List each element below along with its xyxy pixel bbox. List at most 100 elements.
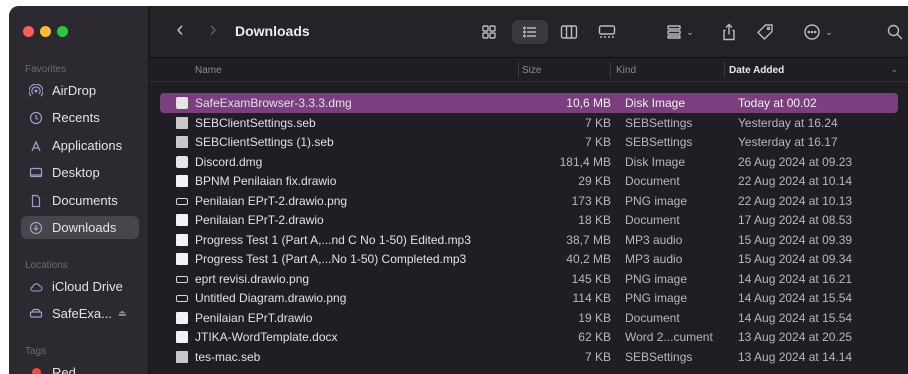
file-row[interactable]: Penilaian EPrT-2.drawio.png 173 KB PNG ima… xyxy=(160,191,898,211)
file-kind: Disk Image xyxy=(625,154,686,169)
file-date-added: 13 Aug 2024 at 20.25 xyxy=(738,330,853,344)
window-title: Downloads xyxy=(235,23,310,39)
desktop-icon xyxy=(29,166,43,180)
gallery-view-button[interactable] xyxy=(593,20,621,44)
share-icon xyxy=(723,23,735,41)
sidebar-item-icloud-drive[interactable]: iCloud Drive xyxy=(21,275,139,298)
file-size: 173 KB xyxy=(571,193,611,208)
file-kind: Disk Image xyxy=(625,96,686,110)
sidebar-item-airdrop[interactable]: AirDrop xyxy=(21,79,139,102)
settings-file-icon xyxy=(176,350,188,363)
file-row[interactable]: Penilaian EPrT.drawio 19 KB Document 14 Aug… xyxy=(160,308,898,328)
chevron-down-icon: ⌄ xyxy=(825,26,833,37)
file-row[interactable]: Progress Test 1 (Part A,...nd C No 1-50)… xyxy=(160,230,898,250)
file-row[interactable]: eprt revisi.drawio.png 145 KB PNG image 14 … xyxy=(160,269,898,289)
file-kind: PNG image xyxy=(625,291,688,305)
column-header-size[interactable]: Size xyxy=(522,65,541,76)
sidebar-item-label: Recents xyxy=(52,110,100,125)
ellipsis-circle-icon xyxy=(804,24,820,40)
red-dot-icon xyxy=(31,368,41,374)
column-header-name[interactable]: Name xyxy=(195,65,222,76)
file-name: Discord.dmg xyxy=(195,154,263,169)
file-size: 18 KB xyxy=(578,213,611,227)
file-size: 40,2 MB xyxy=(566,252,611,266)
file-size: 10,6 MB xyxy=(566,96,611,110)
file-name: Penilaian EPrT-2.drawio xyxy=(195,213,324,227)
forward-button[interactable]: › xyxy=(203,16,223,41)
file-date-added: Today at 00.02 xyxy=(738,96,817,110)
file-row[interactable]: SEBClientSettings (1).seb 7 KB SEBSettings… xyxy=(160,132,898,152)
sidebar: Favorites AirDrop Recents Applications D… xyxy=(9,6,149,374)
file-kind: Word 2...cument xyxy=(625,330,713,344)
file-row[interactable]: JTIKA-WordTemplate.docx 62 KB Word 2...cum… xyxy=(160,327,898,347)
favorites-section-label: Favorites xyxy=(25,64,67,75)
file-size: 38,7 MB xyxy=(566,232,611,247)
sidebar-item-downloads[interactable]: Downloads xyxy=(21,216,139,239)
file-kind: SEBSettings xyxy=(625,115,693,130)
file-size: 145 KB xyxy=(571,271,611,286)
file-row[interactable]: BPNM Penilaian fix.drawio 29 KB Document 22… xyxy=(160,171,898,191)
close-window-button[interactable] xyxy=(23,26,34,37)
sidebar-item-documents[interactable]: Documents xyxy=(21,189,139,212)
file-name: Progress Test 1 (Part A,...No 1-50) Comp… xyxy=(195,252,467,266)
file-row[interactable]: SEBClientSettings.seb 7 KB SEBSettings Yest… xyxy=(160,113,898,133)
file-size: 19 KB xyxy=(578,310,611,325)
file-row[interactable]: Penilaian EPrT-2.drawio 18 KB Document 17 A… xyxy=(160,210,898,230)
file-date-added: 26 Aug 2024 at 09.23 xyxy=(738,154,853,169)
file-list: Name Size Kind Date Added ⌄ SafeExamBrow… xyxy=(150,58,908,374)
column-divider[interactable] xyxy=(724,62,725,78)
file-date-added: 15 Aug 2024 at 09.39 xyxy=(738,232,853,247)
file-name: SEBClientSettings.seb xyxy=(195,115,316,130)
tag-color-dot-icon xyxy=(29,366,43,374)
cloud-icon xyxy=(29,280,43,294)
sidebar-item-safeexam-volume[interactable]: SafeExa... ⏏ xyxy=(21,302,139,325)
settings-file-icon xyxy=(176,116,188,129)
file-row[interactable]: Progress Test 1 (Part A,...No 1-50) Comp… xyxy=(160,249,898,269)
file-row[interactable]: SafeExamBrowser-3.3.3.dmg 10,6 MB Disk Ima… xyxy=(160,93,898,113)
file-row[interactable]: Untitled Diagram.drawio.png 114 KB PNG ima… xyxy=(160,288,898,308)
file-kind: Document xyxy=(625,174,680,188)
file-row[interactable]: Discord.dmg 181,4 MB Disk Image 26 Aug 2024… xyxy=(160,152,898,172)
back-button[interactable]: ‹ xyxy=(170,16,190,41)
column-view-button[interactable] xyxy=(555,20,583,44)
minimize-window-button[interactable] xyxy=(40,26,51,37)
column-header-kind[interactable]: Kind xyxy=(616,65,636,76)
file-kind: Document xyxy=(625,310,680,325)
search-button[interactable] xyxy=(883,20,907,44)
image-file-icon xyxy=(176,275,188,283)
share-button[interactable] xyxy=(717,20,741,44)
file-kind: MP3 audio xyxy=(625,232,683,247)
file-row[interactable]: tes-mac.seb 7 KB SEBSettings 13 Aug 2024 at… xyxy=(160,347,898,367)
sidebar-item-label: Downloads xyxy=(52,220,117,235)
locations-section-label: Locations xyxy=(25,260,68,271)
tag-button[interactable] xyxy=(753,20,777,44)
list-view-button[interactable] xyxy=(512,20,548,44)
file-name: SafeExamBrowser-3.3.3.dmg xyxy=(195,96,352,110)
list-icon xyxy=(523,26,536,38)
file-size: 181,4 MB xyxy=(559,154,611,169)
column-header-date-added[interactable]: Date Added xyxy=(729,65,784,76)
finder-window: Favorites AirDrop Recents Applications D… xyxy=(9,6,908,374)
column-divider[interactable] xyxy=(610,62,611,78)
file-name: SEBClientSettings (1).seb xyxy=(195,135,334,149)
sidebar-item-tag-red[interactable]: Red xyxy=(21,361,139,374)
sidebar-item-recents[interactable]: Recents xyxy=(21,106,139,129)
icon-view-button[interactable] xyxy=(475,20,503,44)
more-actions-button[interactable]: ⌄ xyxy=(798,20,838,44)
sidebar-item-label: Desktop xyxy=(52,165,100,180)
file-date-added: 14 Aug 2024 at 15.54 xyxy=(738,310,853,325)
file-date-added: Yesterday at 16.24 xyxy=(738,115,838,130)
file-name: JTIKA-WordTemplate.docx xyxy=(195,330,338,344)
sidebar-item-applications[interactable]: Applications xyxy=(21,134,139,157)
column-divider[interactable] xyxy=(518,62,519,78)
sidebar-item-desktop[interactable]: Desktop xyxy=(21,161,139,184)
eject-icon[interactable]: ⏏ xyxy=(118,308,127,319)
document-file-icon xyxy=(176,331,188,343)
file-date-added: 14 Aug 2024 at 16.21 xyxy=(738,271,853,286)
file-kind: PNG image xyxy=(625,193,688,208)
document-file-icon xyxy=(176,175,188,187)
group-icon xyxy=(667,25,681,39)
zoom-window-button[interactable] xyxy=(57,26,68,37)
file-size: 7 KB xyxy=(584,115,611,130)
group-by-button[interactable]: ⌄ xyxy=(660,20,700,44)
